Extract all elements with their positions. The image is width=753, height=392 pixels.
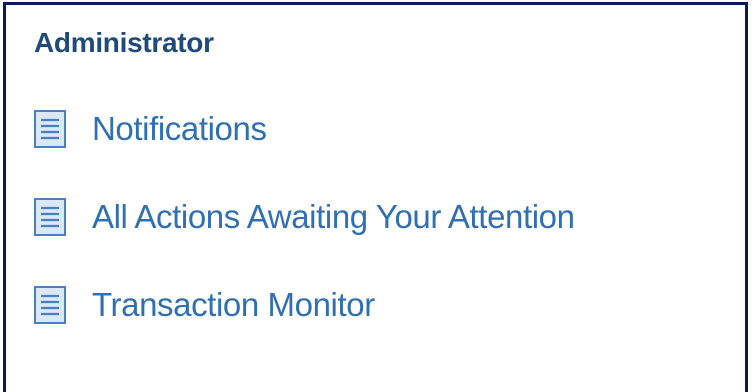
menu-item-notifications[interactable]: Notifications <box>32 109 575 149</box>
admin-menu: Notifications All Actions Awaiting Your … <box>32 109 575 373</box>
document-icon <box>32 285 68 325</box>
menu-item-label[interactable]: Notifications <box>92 110 267 148</box>
admin-panel: Administrator Notifications All Actions … <box>3 2 748 392</box>
document-icon <box>32 197 68 237</box>
menu-item-label[interactable]: All Actions Awaiting Your Attention <box>92 198 575 236</box>
menu-item-label[interactable]: Transaction Monitor <box>92 286 375 324</box>
document-icon <box>32 109 68 149</box>
menu-item-all-actions[interactable]: All Actions Awaiting Your Attention <box>32 197 575 237</box>
menu-item-transaction-monitor[interactable]: Transaction Monitor <box>32 285 575 325</box>
section-title: Administrator <box>34 27 214 58</box>
